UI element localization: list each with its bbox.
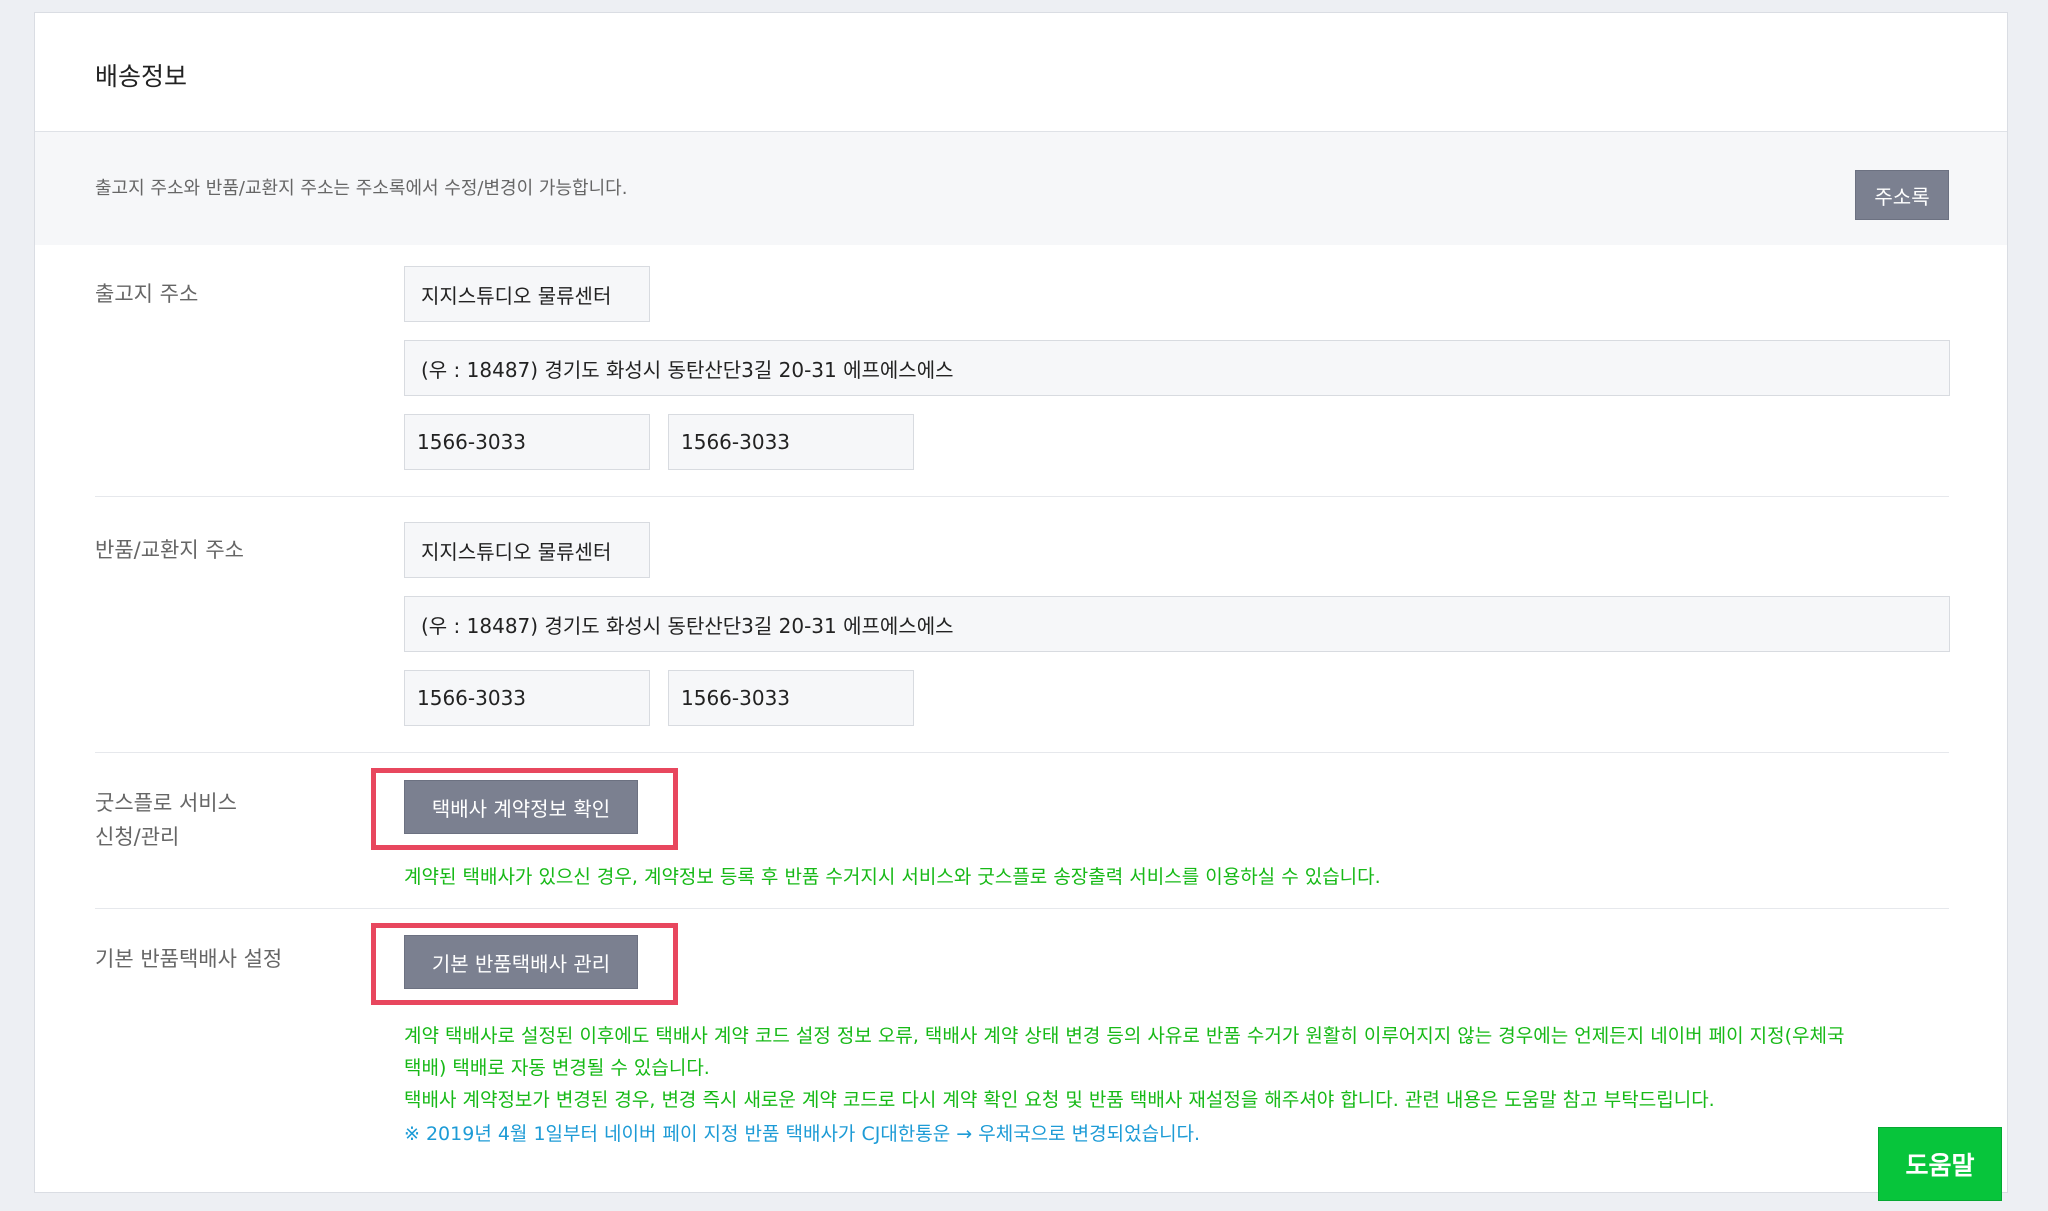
section-divider — [95, 496, 1949, 497]
shipping-origin-phone1-field[interactable]: 1566-3033 — [404, 414, 650, 470]
section-divider — [95, 752, 1949, 753]
shipping-info-panel: 배송정보 출고지 주소와 반품/교환지 주소는 주소록에서 수정/변경이 가능합… — [34, 12, 2008, 1193]
return-address-phone2-field[interactable]: 1566-3033 — [668, 670, 914, 726]
help-button[interactable]: 도움말 — [1878, 1127, 2002, 1201]
goodsflow-label-line2: 신청/관리 — [95, 825, 180, 849]
return-courier-note-1-line2: 택배) 택배로 자동 변경될 수 있습니다. — [404, 1057, 710, 1079]
shipping-origin-address-field[interactable]: (우 : 18487) 경기도 화성시 동탄산단3길 20-31 에프에스에스 — [404, 340, 1950, 396]
panel-title: 배송정보 — [95, 62, 188, 91]
return-address-phone1-field[interactable]: 1566-3033 — [404, 670, 650, 726]
return-courier-note-3: ※ 2019년 4월 1일부터 네이버 페이 지정 반품 택배사가 CJ대한통운… — [404, 1123, 1201, 1145]
return-courier-note-2: 택배사 계약정보가 변경된 경우, 변경 즉시 새로운 계약 코드로 다시 계약… — [404, 1089, 1715, 1111]
return-address-address-field[interactable]: (우 : 18487) 경기도 화성시 동탄산단3길 20-31 에프에스에스 — [404, 596, 1950, 652]
notice-bar: 출고지 주소와 반품/교환지 주소는 주소록에서 수정/변경이 가능합니다. 주… — [35, 132, 2007, 245]
shipping-origin-name-field[interactable]: 지지스튜디오 물류센터 — [404, 266, 650, 322]
shipping-origin-label: 출고지 주소 — [95, 282, 199, 306]
return-courier-note-1: 계약 택배사로 설정된 이후에도 택배사 계약 코드 설정 정보 오류, 택배사… — [404, 1020, 1845, 1084]
default-return-courier-button[interactable]: 기본 반품택배사 관리 — [404, 935, 638, 989]
notice-text: 출고지 주소와 반품/교환지 주소는 주소록에서 수정/변경이 가능합니다. — [95, 178, 628, 199]
goodsflow-note: 계약된 택배사가 있으신 경우, 계약정보 등록 후 반품 수거지시 서비스와 … — [404, 866, 1381, 888]
return-courier-note-1-line1: 계약 택배사로 설정된 이후에도 택배사 계약 코드 설정 정보 오류, 택배사… — [404, 1025, 1845, 1047]
address-book-button[interactable]: 주소록 — [1855, 170, 1949, 220]
return-address-name-field[interactable]: 지지스튜디오 물류센터 — [404, 522, 650, 578]
courier-contract-info-button[interactable]: 택배사 계약정보 확인 — [404, 780, 638, 834]
shipping-origin-phone2-field[interactable]: 1566-3033 — [668, 414, 914, 470]
goodsflow-label: 굿스플로 서비스 신청/관리 — [95, 786, 237, 854]
default-return-courier-label: 기본 반품택배사 설정 — [95, 947, 283, 971]
section-divider — [95, 908, 1949, 909]
goodsflow-label-line1: 굿스플로 서비스 — [95, 791, 237, 815]
return-address-label: 반품/교환지 주소 — [95, 538, 244, 562]
